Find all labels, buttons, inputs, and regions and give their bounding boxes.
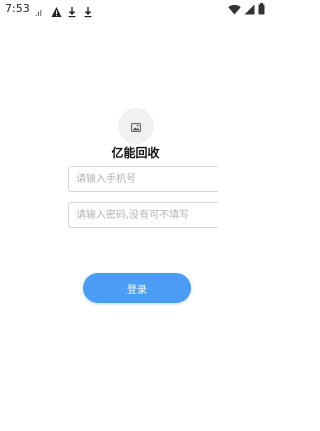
login-button[interactable]: 登录	[83, 273, 191, 303]
download-icon	[83, 3, 93, 18]
phone-input[interactable]	[76, 167, 212, 191]
battery-icon	[258, 0, 265, 19]
app-name: 亿能回收	[111, 146, 160, 160]
sim-icon: .ıl	[35, 3, 45, 18]
warning-icon	[51, 3, 62, 17]
app-logo	[118, 108, 154, 144]
password-input[interactable]	[76, 203, 212, 227]
status-time: 7:53	[5, 2, 30, 15]
wifi-icon	[228, 0, 241, 19]
signal-icon	[244, 0, 255, 19]
login-screen: 7:53 .ıl 亿能回收 请输入手机号 登录	[0, 0, 271, 431]
status-notification-icons: .ıl	[35, 3, 93, 18]
status-system-icons	[228, 2, 265, 15]
status-bar: 7:53 .ıl	[0, 0, 271, 18]
image-placeholder-icon	[131, 117, 141, 136]
download-icon	[67, 3, 77, 18]
password-field[interactable]	[68, 202, 218, 228]
svg-text:.ıl: .ıl	[35, 9, 42, 18]
phone-field[interactable]	[68, 166, 218, 192]
